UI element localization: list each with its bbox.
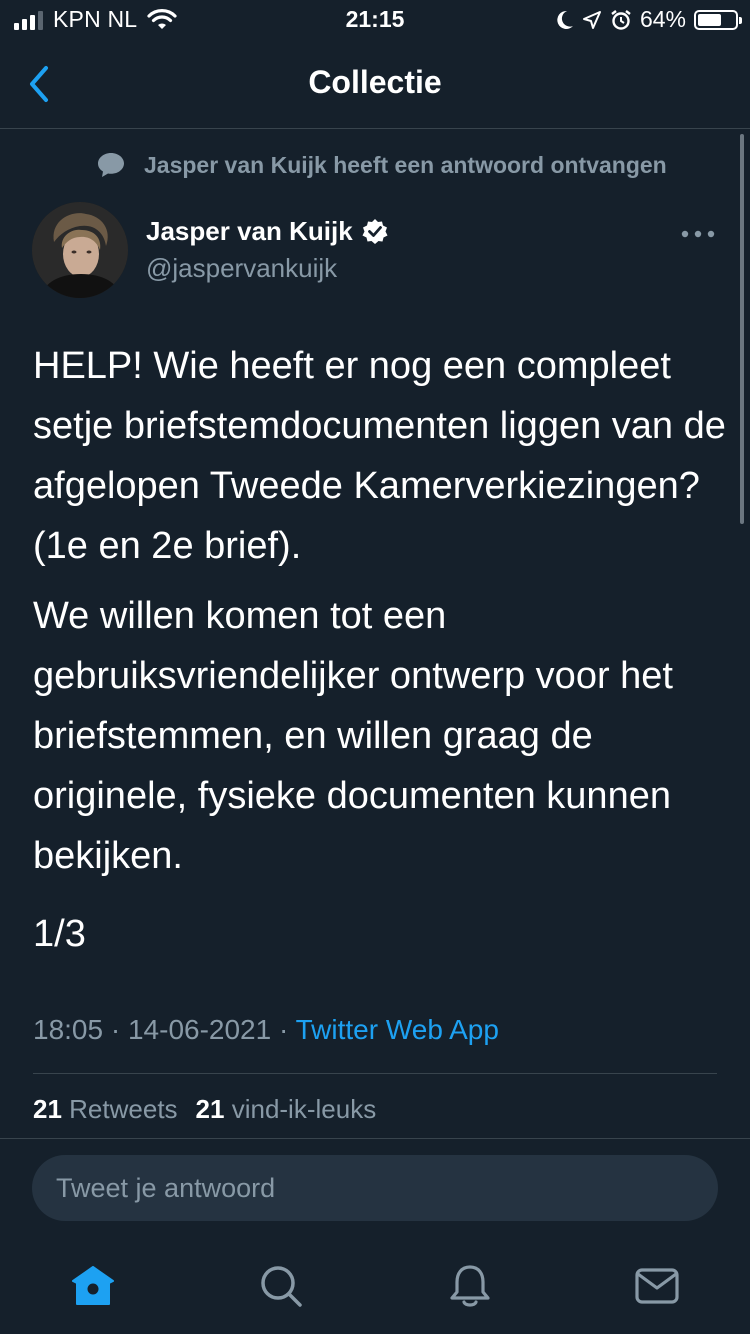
profile-photo: [32, 202, 128, 298]
retweets-count: 21: [33, 1094, 62, 1124]
divider: [33, 1073, 717, 1074]
tweet-time: 18:05: [33, 1014, 104, 1045]
tweet-paragraph: HELP! Wie heeft er nog een compleet setj…: [33, 345, 726, 567]
likes-count: 21: [195, 1094, 225, 1124]
search-icon: [261, 1266, 302, 1307]
tweet-meta: 18:05 · 14-06-2021 · Twitter Web App: [33, 1014, 499, 1046]
reply-bar: Tweet je antwoord: [0, 1138, 750, 1239]
reply-placeholder: Tweet je antwoord: [56, 1172, 276, 1203]
messages-icon: [635, 1268, 679, 1304]
avatar[interactable]: [32, 202, 128, 298]
likes-label: vind-ik-leuks: [231, 1094, 377, 1124]
tweet-stats: 21 Retweets 21 vind-ik-leuks: [33, 1094, 376, 1125]
tab-home[interactable]: [69, 1262, 117, 1310]
location-icon: [582, 10, 601, 29]
retweets-stat[interactable]: 21 Retweets: [33, 1094, 178, 1124]
verified-badge-icon: [362, 218, 388, 244]
notifications-icon: [450, 1265, 490, 1307]
tab-messages[interactable]: [633, 1262, 681, 1310]
page-title: Collectie: [308, 64, 442, 100]
tweet-detail-screen: KPN NL 21:15 64% Collectie Jasper van Ku…: [0, 0, 750, 1334]
reply-input[interactable]: Tweet je antwoord: [32, 1155, 718, 1221]
tweet-paragraph: 1/3: [33, 913, 86, 955]
battery-percent: 64%: [639, 6, 686, 32]
navigation-bar: Collectie: [0, 40, 750, 129]
tab-notifications[interactable]: [446, 1262, 494, 1310]
tweet-paragraph: We willen komen tot een gebruiksvriendel…: [33, 595, 673, 877]
scroll-indicator: [740, 134, 744, 524]
author-name-text: Jasper van Kuijk: [146, 216, 353, 246]
more-options-button[interactable]: [678, 222, 718, 246]
meta-separator: ·: [278, 1014, 289, 1045]
battery-fill: [698, 13, 722, 26]
meta-separator: ·: [110, 1014, 121, 1045]
retweets-label: Retweets: [69, 1094, 178, 1124]
moon-icon: [557, 10, 573, 29]
tab-search[interactable]: [257, 1262, 305, 1310]
author-name[interactable]: Jasper van Kuijk: [146, 216, 389, 247]
author-handle[interactable]: @jaspervankuijk: [146, 253, 337, 284]
status-right: 64%: [554, 6, 742, 33]
tweet-text: HELP! Wie heeft er nog een compleet setj…: [33, 336, 733, 974]
context-text: Jasper van Kuijk heeft een antwoord ontv…: [144, 151, 667, 178]
speech-bubble-icon: [98, 153, 124, 177]
status-bar: KPN NL 21:15 64%: [0, 0, 750, 40]
home-icon: [72, 1266, 114, 1305]
likes-stat[interactable]: 21 vind-ik-leuks: [196, 1094, 377, 1124]
tweet-context[interactable]: Jasper van Kuijk heeft een antwoord ontv…: [96, 150, 667, 180]
tab-bar: [0, 1238, 750, 1334]
battery-icon: [694, 9, 742, 30]
more-icon: [681, 230, 715, 238]
tweet-date: 14-06-2021: [127, 1014, 272, 1045]
alarm-icon: [611, 9, 631, 30]
tweet-source-link[interactable]: Twitter Web App: [296, 1014, 499, 1045]
